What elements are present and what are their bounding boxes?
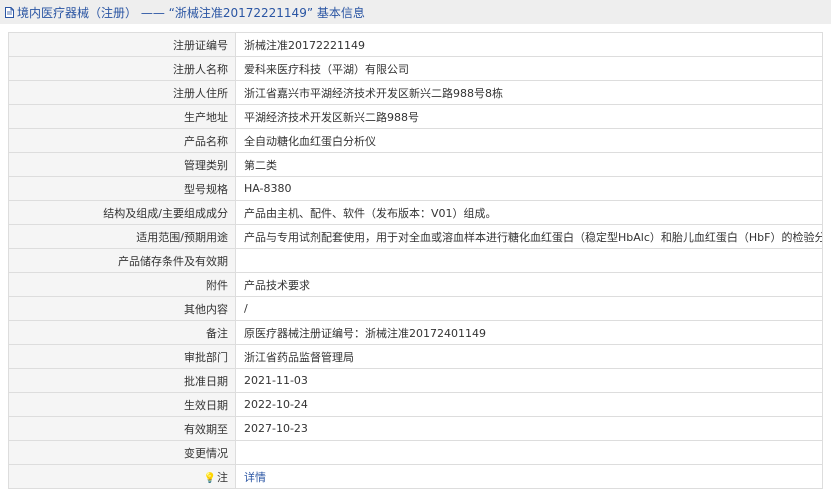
field-label: 产品储存条件及有效期	[8, 248, 236, 273]
table-row: 产品储存条件及有效期	[8, 248, 823, 273]
field-value: 原医疗器械注册证编号：浙械注准20172401149	[235, 320, 823, 345]
page-title: 境内医疗器械（注册） —— “浙械注准20172221149” 基本信息	[17, 5, 365, 20]
details-link[interactable]: 详情	[244, 471, 266, 484]
field-label: 结构及组成/主要组成成分	[8, 200, 236, 225]
table-row: 管理类别 第二类	[8, 152, 823, 177]
field-value: 第二类	[235, 152, 823, 177]
field-value: 浙江省药品监督管理局	[235, 344, 823, 369]
table-row: 结构及组成/主要组成成分 产品由主机、配件、软件（发布版本：V01）组成。	[8, 200, 823, 225]
field-value: 浙械注准20172221149	[235, 32, 823, 57]
field-label: 审批部门	[8, 344, 236, 369]
document-icon	[5, 6, 14, 18]
field-label: 生效日期	[8, 392, 236, 417]
field-value: 平湖经济技术开发区新兴二路988号	[235, 104, 823, 129]
table-row: 产品名称 全自动糖化血红蛋白分析仪	[8, 128, 823, 153]
table-row: 生效日期 2022-10-24	[8, 392, 823, 417]
table-row: 其他内容 /	[8, 296, 823, 321]
table-row: 型号规格 HA-8380	[8, 176, 823, 201]
note-value-cell: 详情	[235, 464, 823, 489]
field-value	[235, 440, 823, 465]
field-value: HA-8380	[235, 176, 823, 201]
table-row: 注册人名称 爱科来医疗科技（平湖）有限公司	[8, 56, 823, 81]
table-row: 备注 原医疗器械注册证编号：浙械注准20172401149	[8, 320, 823, 345]
field-label: 产品名称	[8, 128, 236, 153]
table-row: 附件 产品技术要求	[8, 272, 823, 297]
field-label: 注册证编号	[8, 32, 236, 57]
table-row: 变更情况	[8, 440, 823, 465]
field-value	[235, 248, 823, 273]
info-table-container: 注册证编号 浙械注准20172221149 注册人名称 爱科来医疗科技（平湖）有限公司…	[8, 32, 823, 489]
note-row: 💡注 详情	[8, 464, 823, 489]
field-label: 型号规格	[8, 176, 236, 201]
field-label: 备注	[8, 320, 236, 345]
field-label: 批准日期	[8, 368, 236, 393]
field-label: 有效期至	[8, 416, 236, 441]
field-value: 浙江省嘉兴市平湖经济技术开发区新兴二路988号8栋	[235, 80, 823, 105]
info-table: 注册证编号 浙械注准20172221149 注册人名称 爱科来医疗科技（平湖）有限公司…	[8, 32, 823, 489]
table-row: 生产地址 平湖经济技术开发区新兴二路988号	[8, 104, 823, 129]
lightbulb-icon: 💡	[203, 472, 216, 484]
table-row: 有效期至 2027-10-23	[8, 416, 823, 441]
field-label: 注册人名称	[8, 56, 236, 81]
field-label: 适用范围/预期用途	[8, 224, 236, 249]
field-value: 产品技术要求	[235, 272, 823, 297]
field-value: /	[235, 296, 823, 321]
field-label: 附件	[8, 272, 236, 297]
table-row: 注册证编号 浙械注准20172221149	[8, 32, 823, 57]
field-value: 全自动糖化血红蛋白分析仪	[235, 128, 823, 153]
info-table-body: 注册证编号 浙械注准20172221149 注册人名称 爱科来医疗科技（平湖）有限公司…	[8, 32, 823, 489]
field-label: 管理类别	[8, 152, 236, 177]
field-label: 其他内容	[8, 296, 236, 321]
table-row: 批准日期 2021-11-03	[8, 368, 823, 393]
field-value: 2022-10-24	[235, 392, 823, 417]
page-header: 境内医疗器械（注册） —— “浙械注准20172221149” 基本信息	[0, 0, 831, 24]
field-label: 变更情况	[8, 440, 236, 465]
note-label-cell: 💡注	[8, 464, 236, 489]
field-value: 产品与专用试剂配套使用，用于对全血或溶血样本进行糖化血红蛋白（稳定型HbAlc）…	[235, 224, 823, 249]
field-label: 生产地址	[8, 104, 236, 129]
note-label: 注	[217, 470, 228, 484]
table-row: 审批部门 浙江省药品监督管理局	[8, 344, 823, 369]
table-row: 注册人住所 浙江省嘉兴市平湖经济技术开发区新兴二路988号8栋	[8, 80, 823, 105]
field-value: 产品由主机、配件、软件（发布版本：V01）组成。	[235, 200, 823, 225]
field-value: 爱科来医疗科技（平湖）有限公司	[235, 56, 823, 81]
field-value: 2027-10-23	[235, 416, 823, 441]
field-value: 2021-11-03	[235, 368, 823, 393]
field-label: 注册人住所	[8, 80, 236, 105]
table-row: 适用范围/预期用途 产品与专用试剂配套使用，用于对全血或溶血样本进行糖化血红蛋白（…	[8, 224, 823, 249]
